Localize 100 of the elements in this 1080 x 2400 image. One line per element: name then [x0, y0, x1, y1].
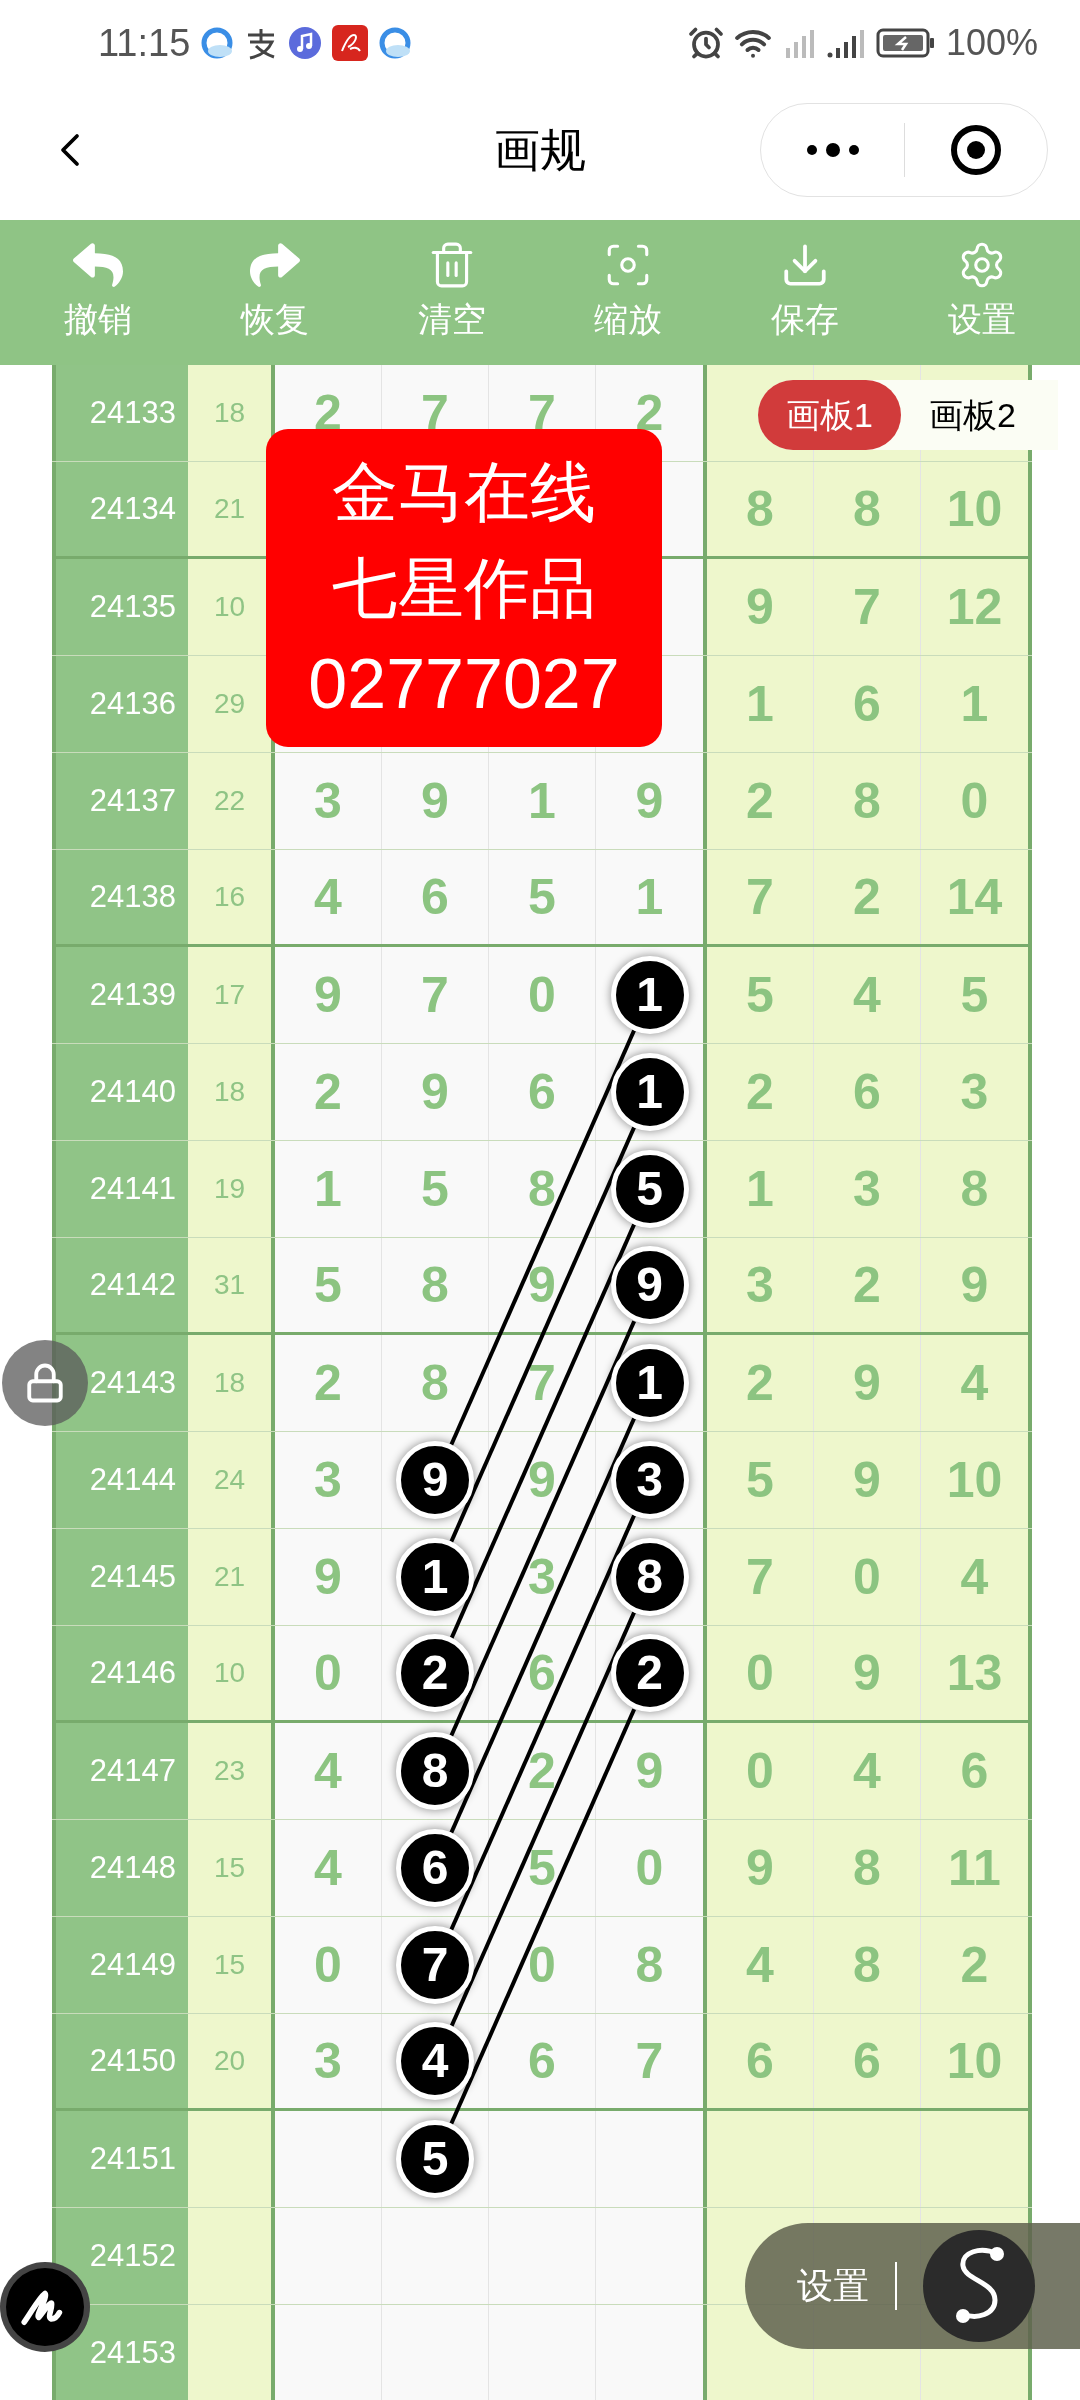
- circled-number[interactable]: 9: [610, 1246, 689, 1324]
- table-cell: 3: [275, 2014, 382, 2108]
- table-cell: 9: [489, 1238, 596, 1332]
- issue-cell: 24140: [52, 1044, 188, 1140]
- circled-number[interactable]: 2: [396, 1634, 474, 1712]
- table-cell: 14: [921, 850, 1032, 944]
- table-cell: 6: [489, 2014, 596, 2108]
- circled-number[interactable]: 8: [396, 1732, 474, 1810]
- alarm-icon: [687, 25, 724, 61]
- table-cell: 3: [814, 1141, 921, 1237]
- circled-number[interactable]: 1: [610, 956, 689, 1034]
- table-cell: 5: [489, 850, 596, 944]
- board-tab[interactable]: 画板2: [900, 380, 1044, 450]
- issue-cell: 24134: [52, 462, 188, 556]
- circled-number[interactable]: 2: [610, 1634, 689, 1712]
- table-cell: 2: [275, 1335, 382, 1431]
- issue-cell: 24138: [52, 850, 188, 944]
- table-cell: 3: [489, 1529, 596, 1625]
- sum-cell: 24: [188, 1432, 275, 1528]
- issue-cell: 24141: [52, 1141, 188, 1237]
- table-cell: 8: [707, 462, 814, 556]
- table-cell: 6: [814, 656, 921, 752]
- table-cell: 2: [707, 1335, 814, 1431]
- table-cell: 1: [707, 1141, 814, 1237]
- circled-number[interactable]: 3: [610, 1441, 689, 1519]
- table-cell: 13: [921, 1626, 1032, 1720]
- circled-number[interactable]: 7: [396, 1926, 474, 2004]
- circled-number[interactable]: 5: [610, 1150, 689, 1228]
- table-cell: 10: [921, 2014, 1032, 2108]
- table-cell: 0: [707, 1723, 814, 1819]
- battery-percent: 100%: [945, 21, 1038, 65]
- circled-number[interactable]: 4: [396, 2022, 474, 2100]
- sum-cell: 18: [188, 1044, 275, 1140]
- issue-cell: 24139: [52, 947, 188, 1043]
- more-icon: [804, 143, 861, 157]
- settings-button[interactable]: 设置: [797, 2259, 869, 2313]
- issue-cell: 24136: [52, 656, 188, 752]
- table-cell: 8: [814, 753, 921, 849]
- issue-cell: 24151: [52, 2111, 188, 2207]
- circled-number[interactable]: 5: [396, 2120, 474, 2198]
- table-cell: 8: [489, 1141, 596, 1237]
- table-cell: 8: [814, 1917, 921, 2013]
- table-cell: 1: [707, 656, 814, 752]
- circled-number[interactable]: 1: [396, 1538, 474, 1616]
- table-cell: 7: [489, 1335, 596, 1431]
- table-cell: 6: [489, 1626, 596, 1720]
- issue-cell: 24150: [52, 2014, 188, 2108]
- table-cell: 2: [707, 1044, 814, 1140]
- circled-number[interactable]: 8: [610, 1538, 689, 1616]
- table-cell: 9: [596, 1723, 707, 1819]
- circled-number[interactable]: 1: [610, 1344, 689, 1422]
- undo-icon: [73, 240, 124, 290]
- table-cell: 4: [275, 850, 382, 944]
- sum-cell: 17: [188, 947, 275, 1043]
- sum-cell: 16: [188, 850, 275, 944]
- table-cell: 9: [275, 1529, 382, 1625]
- issue-cell: 24133: [52, 365, 188, 461]
- issue-cell: 24148: [52, 1820, 188, 1916]
- battery-icon: [875, 27, 936, 59]
- table-cell: 2: [275, 1044, 382, 1140]
- issue-cell: 24145: [52, 1529, 188, 1625]
- table-cell: 5: [921, 947, 1032, 1043]
- table-cell: 7: [596, 2014, 707, 2108]
- table-cell: 7: [814, 559, 921, 655]
- table-cell: 5: [275, 1238, 382, 1332]
- circled-number[interactable]: 1: [610, 1053, 689, 1131]
- table-cell: 0: [707, 1626, 814, 1720]
- board-tab[interactable]: 画板1: [758, 380, 901, 450]
- sum-cell: 19: [188, 1141, 275, 1237]
- sum-cell: 22: [188, 753, 275, 849]
- table-cell: 7: [382, 947, 489, 1043]
- table-cell: 11: [921, 1820, 1032, 1916]
- table-cell: 9: [275, 947, 382, 1043]
- issue-cell: 24137: [52, 753, 188, 849]
- redo-icon: [250, 240, 300, 290]
- sum-cell: 29: [188, 656, 275, 752]
- issue-cell: 24135: [52, 559, 188, 655]
- table-cell: 6: [921, 1723, 1032, 1819]
- table-cell: 0: [275, 1917, 382, 2013]
- banner-text: 七星作品: [332, 550, 596, 627]
- table-cell: 2: [707, 753, 814, 849]
- table-cell: 2: [814, 1238, 921, 1332]
- cloud-app-icon: [378, 26, 413, 60]
- table-cell: 8: [921, 1141, 1032, 1237]
- table-cell: 9: [382, 753, 489, 849]
- circled-number[interactable]: 6: [396, 1829, 474, 1907]
- issue-cell: 24142: [52, 1238, 188, 1332]
- circled-number[interactable]: 9: [396, 1441, 474, 1519]
- table-cell: 5: [707, 947, 814, 1043]
- table-cell: 1: [921, 656, 1032, 752]
- table-cell: 3: [275, 753, 382, 849]
- table-cell: 6: [489, 1044, 596, 1140]
- table-cell: 9: [707, 1820, 814, 1916]
- table-cell: 9: [814, 1626, 921, 1720]
- table-cell: 8: [814, 1820, 921, 1916]
- table-cell: 10: [921, 462, 1032, 556]
- table-cell: 0: [814, 1529, 921, 1625]
- sum-cell: 15: [188, 1917, 275, 2013]
- table-cell: 1: [275, 1141, 382, 1237]
- sum-cell: 21: [188, 1529, 275, 1625]
